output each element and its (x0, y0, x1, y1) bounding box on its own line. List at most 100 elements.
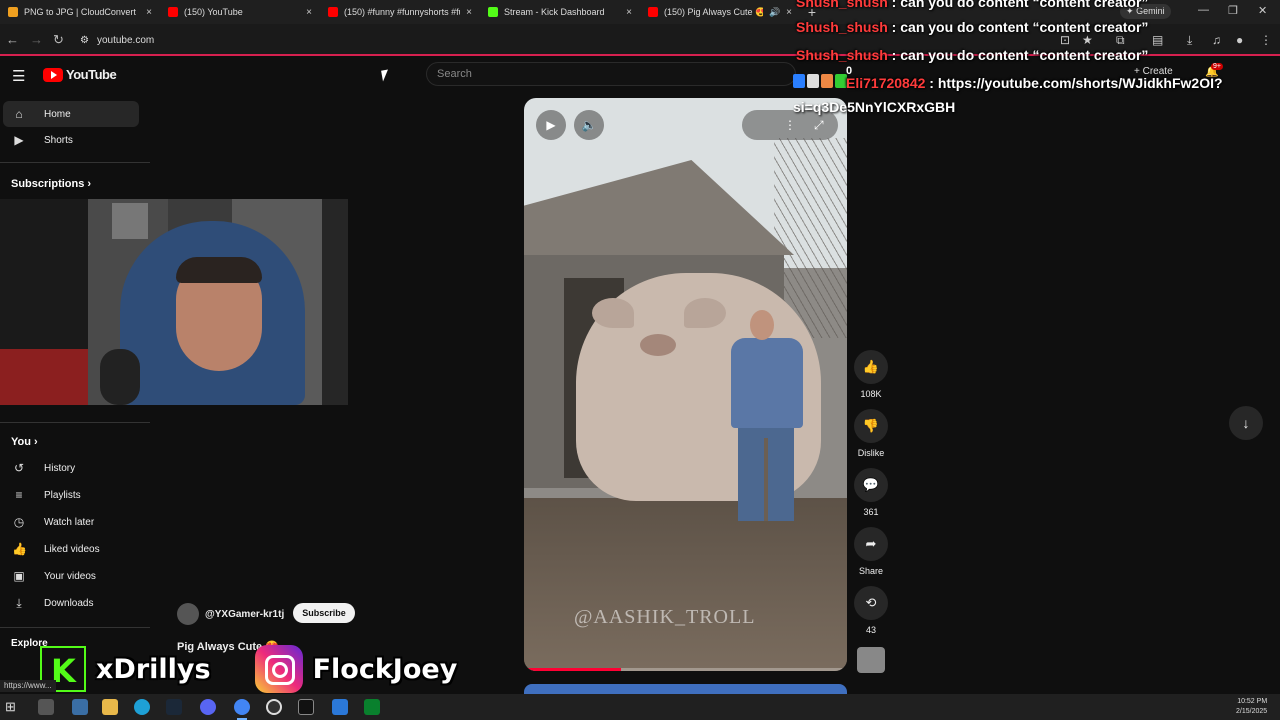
file-explorer-icon[interactable] (102, 699, 118, 715)
remix-icon: ⟲ (854, 586, 888, 620)
sidebar-item-label: Downloads (44, 597, 94, 609)
share-button[interactable]: ➦ Share (854, 527, 888, 576)
browser-tab[interactable]: (150) #funny #funnyshorts #fu × (320, 0, 480, 24)
more-menu-icon[interactable]: ⋮ (1260, 33, 1272, 47)
webcam-person-hair (176, 257, 262, 283)
downloads-icon: ⤓ (16, 595, 22, 610)
kick-handle: xDrillys (96, 653, 211, 685)
like-button[interactable]: 👍 108K (854, 350, 888, 399)
cloudconvert-favicon-icon (8, 7, 18, 17)
thumbs-down-icon: 👎 (854, 409, 888, 443)
sidebar-item-shorts[interactable]: ▶ Shorts (3, 127, 139, 153)
you-heading[interactable]: You › (11, 436, 38, 448)
taskbar-app-icon[interactable] (72, 699, 88, 715)
channel-avatar[interactable] (177, 603, 199, 625)
channel-handle[interactable]: @YXGamer-kr1tj (205, 609, 284, 620)
close-tab-icon[interactable]: × (466, 7, 472, 18)
chevron-right-icon: › (87, 178, 92, 190)
video-progress-fill (524, 668, 621, 671)
social-handles-overlay: K xDrillys FlockJoey (40, 645, 458, 693)
obs-icon[interactable] (266, 699, 282, 715)
browser-tab[interactable]: PNG to JPG | CloudConvert × (0, 0, 160, 24)
edge-browser-icon[interactable] (134, 699, 150, 715)
discord-icon[interactable] (200, 699, 216, 715)
youtube-logo[interactable]: YouTube (43, 67, 117, 82)
forward-icon[interactable]: → (30, 32, 43, 47)
profile-avatar-icon[interactable]: ● (1236, 33, 1243, 47)
sidebar-item-history[interactable]: ↺ History (3, 455, 139, 481)
sound-thumbnail[interactable] (857, 647, 885, 673)
sidebar-item-home[interactable]: ⌂ Home (3, 101, 139, 127)
speaker-icon[interactable]: 🔊 (769, 7, 780, 18)
close-window-icon[interactable]: ✕ (1258, 4, 1267, 17)
close-tab-icon[interactable]: × (306, 7, 312, 18)
search-input[interactable]: Search (426, 62, 796, 86)
chat-message: Shush_shush : can you do content “conten… (796, 0, 1148, 10)
taskbar-app-icon[interactable] (38, 699, 54, 715)
comment-icon: 💬 (854, 468, 888, 502)
dislike-button[interactable]: 👎 Dislike (854, 409, 888, 458)
browser-tab-active[interactable]: (150) Pig Always Cute 😍 🔊 × (640, 0, 800, 24)
close-tab-icon[interactable]: × (626, 7, 632, 18)
play-icon[interactable]: ▶ (536, 110, 566, 140)
chat-username: Shush_shush (796, 47, 888, 63)
remix-button[interactable]: ⟲ 43 (854, 586, 888, 635)
download-icon[interactable]: ⤓ (1187, 33, 1192, 48)
taskbar-app-icon[interactable] (364, 699, 380, 715)
next-short-arrow-icon[interactable]: ↓ (1229, 406, 1263, 440)
media-control-icon[interactable]: ♫ (1212, 33, 1221, 47)
chat-text: can you do content “content creator” (900, 47, 1149, 63)
instagram-handle: FlockJoey (312, 653, 458, 685)
hamburger-menu-icon[interactable]: ☰ (12, 67, 25, 85)
back-icon[interactable]: ← (6, 32, 19, 47)
short-video-player[interactable]: ▶ 🔈 ⋮ ⤢ @AASHIK_TROLL (524, 98, 847, 671)
restore-icon[interactable]: ❐ (1228, 4, 1238, 17)
subscribe-button[interactable]: Subscribe (293, 603, 355, 623)
close-tab-icon[interactable]: × (146, 7, 152, 18)
taskbar-app-icon[interactable] (332, 699, 348, 715)
youtube-play-logo-icon (43, 67, 63, 82)
sidebar-icon[interactable]: ▤ (1152, 33, 1163, 47)
taskbar-clock[interactable]: 10:52 PM 2/15/2025 (1236, 697, 1267, 717)
tab-title: (150) #funny #funnyshorts #fu (344, 7, 461, 17)
playlists-icon: ≡ (15, 488, 23, 502)
url-field[interactable]: ⚙ youtube.com (80, 30, 820, 50)
browser-tab[interactable]: Stream - Kick Dashboard × (480, 0, 640, 24)
windows-start-icon[interactable]: ⊞ (5, 699, 21, 715)
notification-count-badge: 9+ (1211, 63, 1223, 70)
bookmark-star-icon[interactable]: ★ (1082, 33, 1093, 47)
browser-tab[interactable]: (150) YouTube × (160, 0, 320, 24)
sidebar-item-watch-later[interactable]: ◷ Watch later (3, 509, 139, 535)
subscriptions-heading[interactable]: Subscriptions › (11, 178, 91, 190)
steam-icon[interactable] (166, 699, 182, 715)
like-count: 108K (860, 389, 882, 399)
chevron-right-icon: › (34, 436, 38, 448)
terminal-icon[interactable] (298, 699, 314, 715)
sidebar-item-label: Playlists (44, 489, 81, 501)
liked-videos-icon: 👍 (12, 542, 27, 556)
install-app-icon[interactable]: ⊡ (1060, 33, 1070, 47)
chat-message: Shush_shush : can you do content “conten… (796, 47, 1149, 63)
youtube-favicon-icon (168, 7, 178, 17)
chrome-icon[interactable] (234, 699, 250, 720)
tab-title: Stream - Kick Dashboard (504, 7, 605, 17)
comments-button[interactable]: 💬 361 (854, 468, 888, 517)
sidebar-item-liked-videos[interactable]: 👍 Liked videos (3, 536, 139, 562)
close-tab-icon[interactable]: × (786, 7, 792, 18)
sidebar-item-downloads[interactable]: ⤓ Downloads (3, 590, 139, 616)
volume-icon[interactable]: 🔈 (574, 110, 604, 140)
reload-icon[interactable]: ↻ (53, 32, 64, 48)
shorts-icon: ▶ (14, 133, 24, 147)
thumbs-up-icon: 👍 (854, 350, 888, 384)
tab-title: (150) YouTube (184, 7, 243, 17)
sidebar-item-your-videos[interactable]: ▣ Your videos (3, 563, 139, 589)
instagram-logo-icon (254, 645, 303, 693)
extensions-icon[interactable]: ⧉ (1116, 33, 1125, 48)
emote-icon (793, 74, 805, 88)
remix-count: 43 (865, 625, 876, 635)
site-info-icon[interactable]: ⚙ (80, 35, 89, 46)
share-label: Share (858, 566, 884, 576)
sidebar-item-playlists[interactable]: ≡ Playlists (3, 482, 139, 508)
minimize-icon[interactable]: — (1198, 4, 1209, 16)
webcam-poster (112, 203, 148, 239)
